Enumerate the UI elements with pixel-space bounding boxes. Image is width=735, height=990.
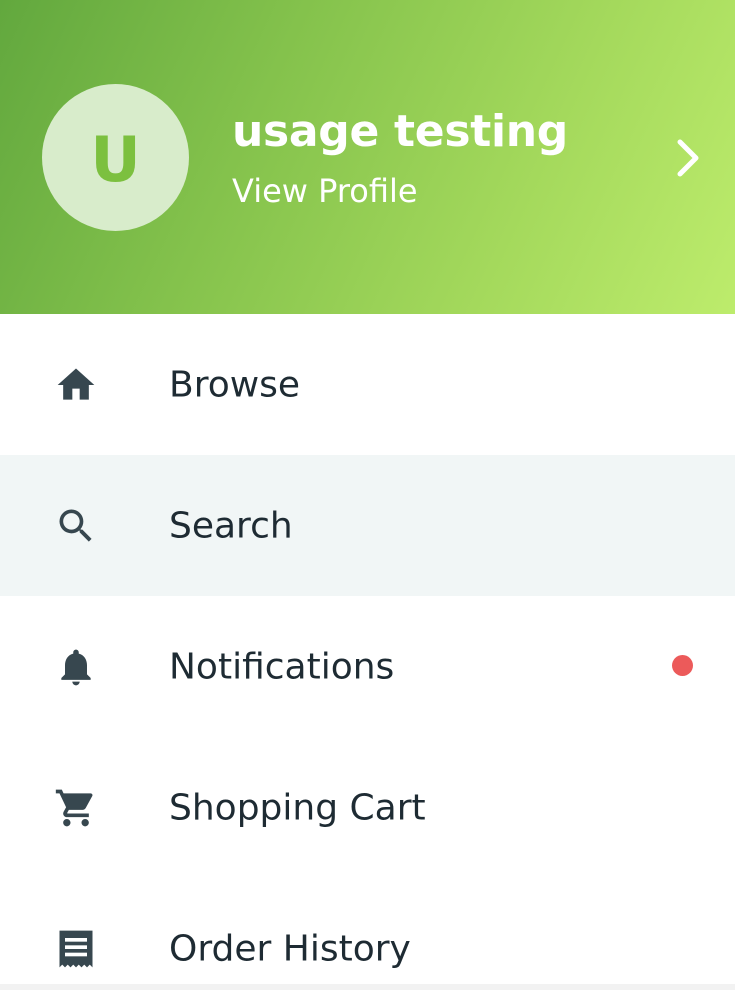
menu-item-search[interactable]: Search xyxy=(0,455,735,596)
bottom-divider xyxy=(0,984,735,990)
avatar: U xyxy=(42,84,189,231)
menu-item-notifications[interactable]: Notifications xyxy=(0,596,735,737)
menu-item-order-history[interactable]: Order History xyxy=(0,878,735,990)
menu-item-shopping-cart[interactable]: Shopping Cart xyxy=(0,737,735,878)
profile-header[interactable]: U usage testing View Profile xyxy=(0,0,735,314)
home-icon xyxy=(57,368,95,400)
chevron-right-icon[interactable] xyxy=(672,138,704,178)
user-name: usage testing xyxy=(232,106,568,157)
notification-badge-dot xyxy=(672,654,693,676)
menu-item-label: Notifications xyxy=(169,646,395,687)
avatar-initial: U xyxy=(90,122,141,196)
menu-item-browse[interactable]: Browse xyxy=(0,314,735,455)
menu-item-label: Browse xyxy=(169,364,301,405)
drawer-menu: Browse Search Notifications Shopping Car… xyxy=(0,314,735,990)
receipt-icon xyxy=(59,930,93,967)
bell-icon xyxy=(61,649,91,685)
menu-item-label: Search xyxy=(169,505,293,546)
menu-item-label: Order History xyxy=(169,928,411,969)
view-profile-link[interactable]: View Profile xyxy=(232,172,418,210)
search-icon xyxy=(59,509,92,542)
navigation-drawer: U usage testing View Profile Browse Sear… xyxy=(0,0,735,990)
cart-icon xyxy=(55,789,93,826)
menu-item-label: Shopping Cart xyxy=(169,787,426,828)
